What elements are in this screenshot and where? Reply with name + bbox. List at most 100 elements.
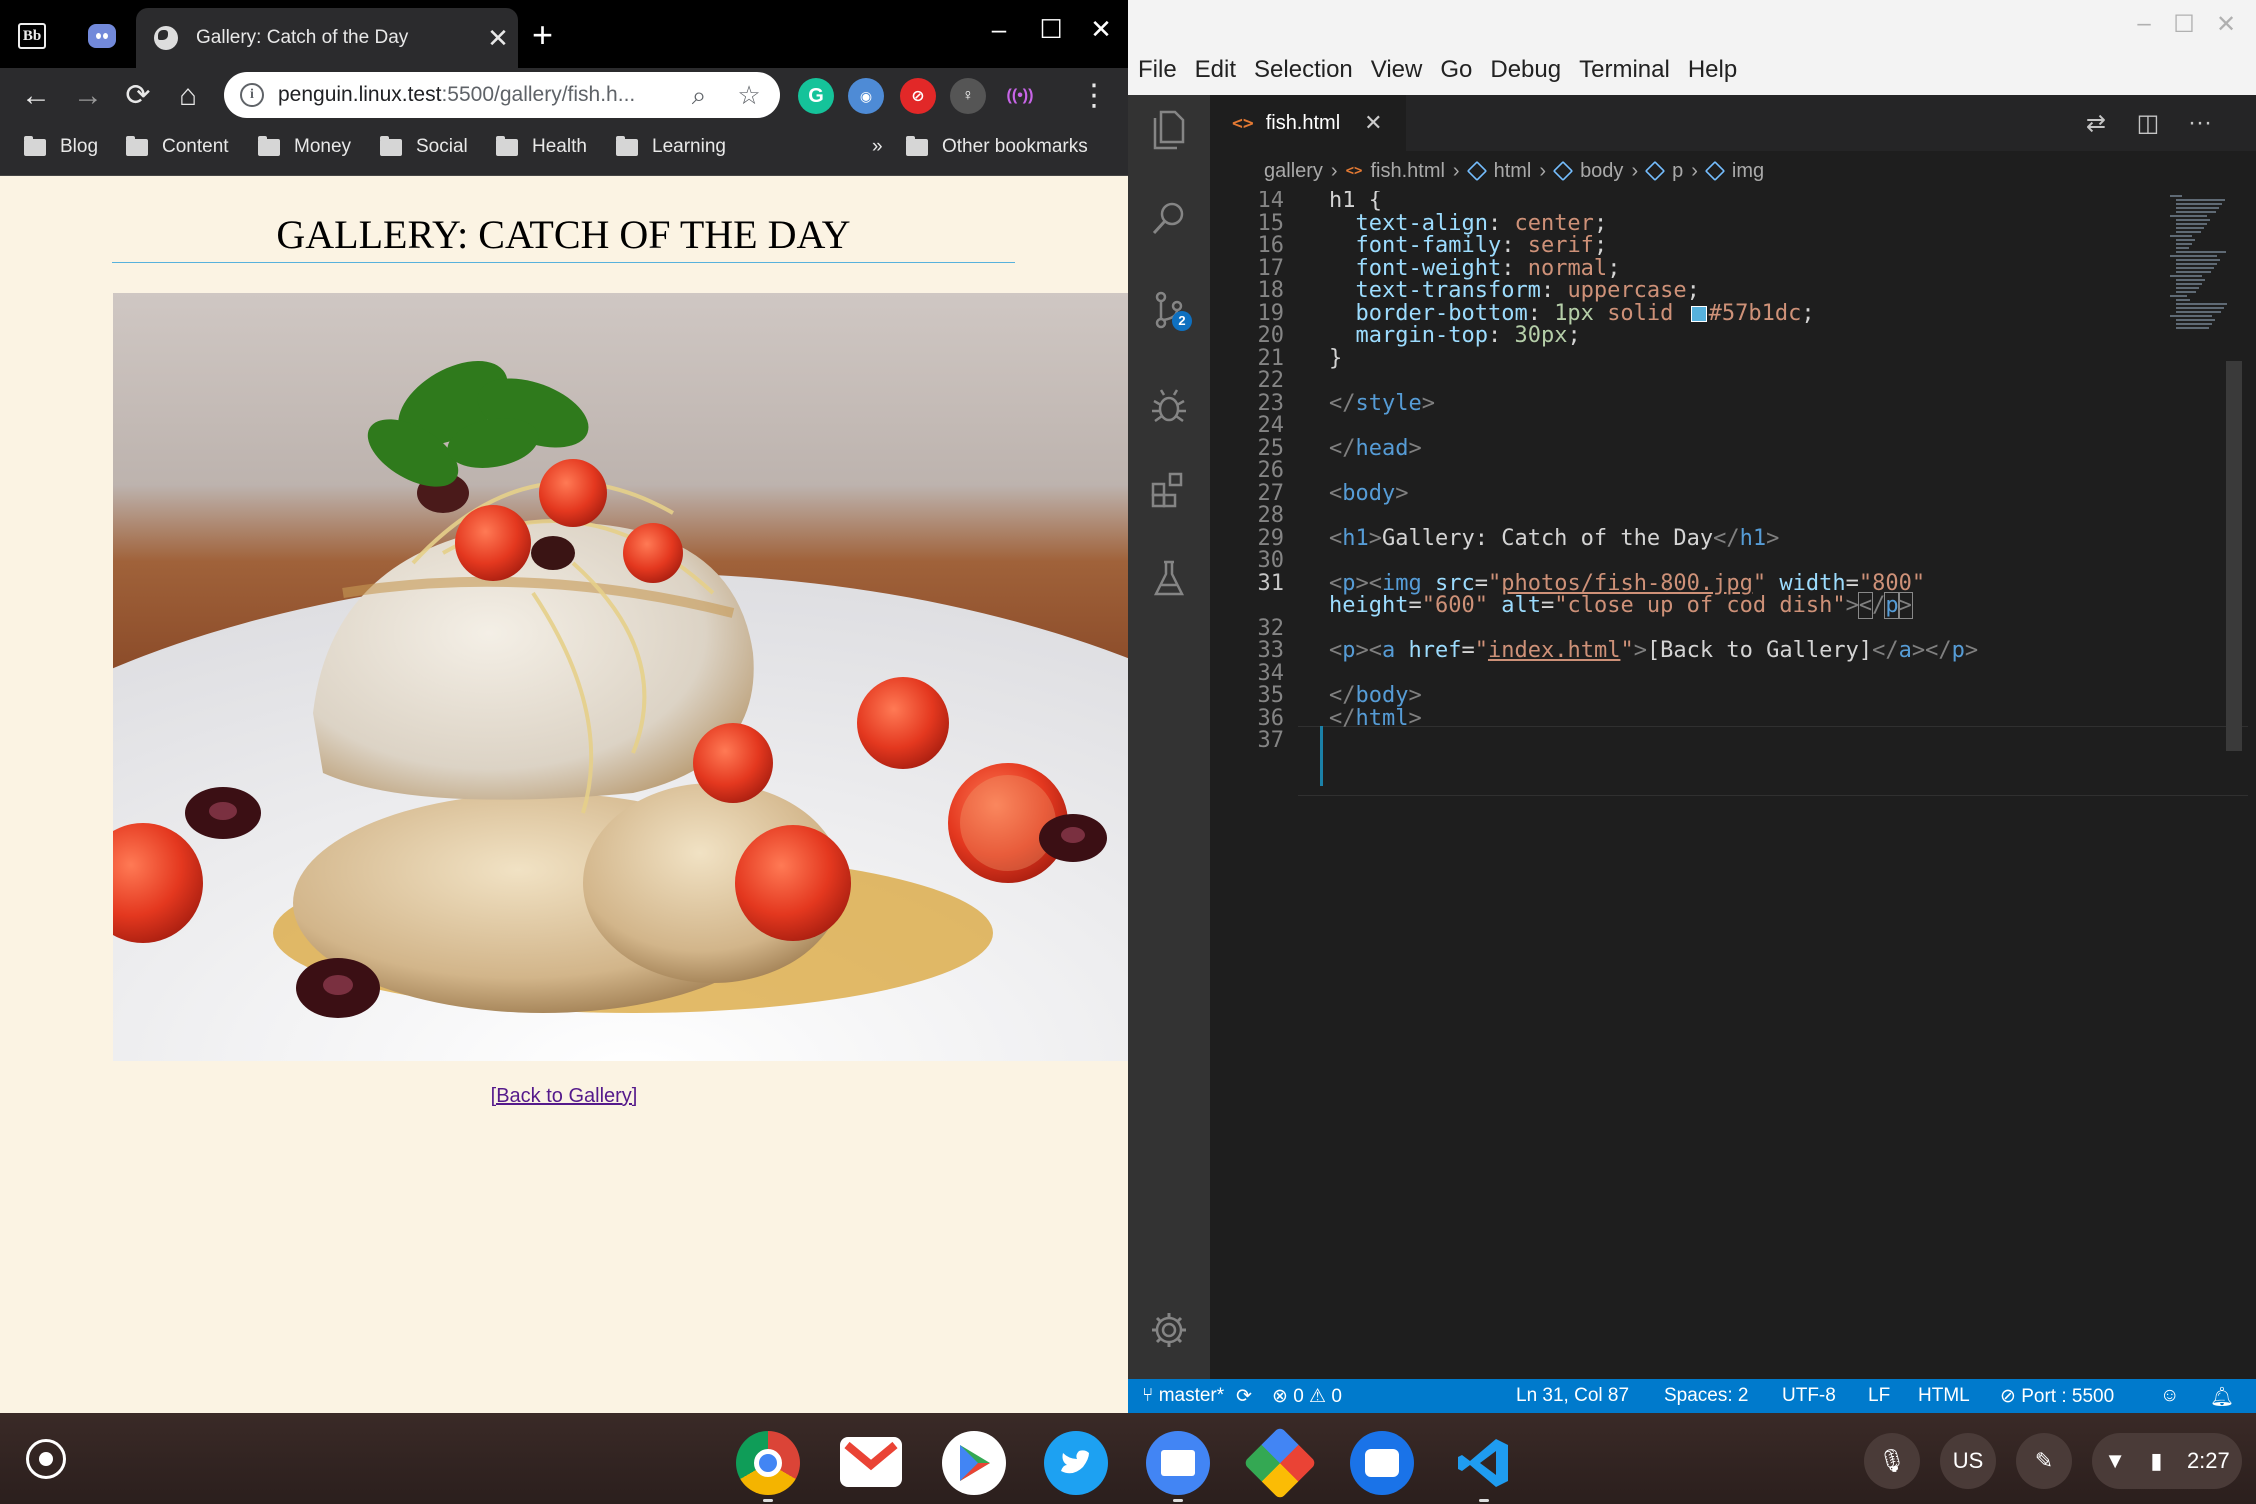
- encoding[interactable]: UTF-8: [1782, 1385, 1836, 1407]
- debug-icon[interactable]: [1128, 371, 1210, 441]
- menu-go[interactable]: Go: [1440, 56, 1472, 84]
- minimap-line: [2170, 235, 2192, 237]
- sync-icon[interactable]: ⟳: [1236, 1385, 1252, 1408]
- photos-app-icon[interactable]: [1243, 1426, 1317, 1500]
- bookmark-learning[interactable]: Learning: [616, 135, 726, 158]
- bookmark-other[interactable]: Other bookmarks: [906, 135, 1088, 158]
- vscode-app-icon[interactable]: [1452, 1431, 1516, 1495]
- indentation[interactable]: Spaces: 2: [1664, 1385, 1749, 1407]
- bookmark-social[interactable]: Social: [380, 135, 468, 158]
- minimap-line: [2176, 211, 2216, 213]
- bookmark-star-icon[interactable]: ☆: [732, 78, 766, 112]
- minimap-line: [2176, 219, 2210, 221]
- home-button[interactable]: ⌂: [168, 76, 208, 116]
- chrome-menu-icon[interactable]: ⋮: [1074, 76, 1114, 116]
- end-of-line[interactable]: LF: [1868, 1385, 1890, 1407]
- bookmarks-overflow-button[interactable]: »: [872, 136, 883, 158]
- breadcrumb-html[interactable]: html: [1494, 160, 1532, 183]
- problems-indicator[interactable]: ⊗ 0 ⚠ 0: [1272, 1385, 1342, 1408]
- reload-button[interactable]: ⟳: [118, 76, 158, 116]
- adblock-extension-icon[interactable]: ⊘: [900, 78, 936, 114]
- menu-terminal[interactable]: Terminal: [1579, 56, 1670, 84]
- maximize-button[interactable]: ☐: [1026, 14, 1076, 45]
- minimap-line: [2176, 263, 2217, 265]
- play-store-app-icon[interactable]: [942, 1431, 1006, 1495]
- more-actions-icon[interactable]: ···: [2182, 109, 2218, 137]
- code-line[interactable]: 37: [1210, 725, 2256, 757]
- bookmark-health[interactable]: Health: [496, 135, 587, 158]
- new-tab-button[interactable]: +: [532, 14, 553, 56]
- system-tray[interactable]: ▼ ▮ 2:27: [2092, 1433, 2242, 1489]
- bookmark-blog[interactable]: Blog: [24, 135, 98, 158]
- menu-edit[interactable]: Edit: [1195, 56, 1236, 84]
- lightbulb-extension-icon[interactable]: ♀: [950, 78, 986, 114]
- vscode-close-button[interactable]: ✕: [2206, 10, 2246, 39]
- extensions-icon[interactable]: [1128, 455, 1210, 525]
- menu-selection[interactable]: Selection: [1254, 56, 1353, 84]
- html-file-icon: <>: [1345, 163, 1363, 179]
- folder-icon: [24, 135, 46, 156]
- cursor-position[interactable]: Ln 31, Col 87: [1516, 1385, 1629, 1407]
- broadcast-extension-icon[interactable]: ((•)): [1002, 78, 1038, 114]
- close-window-button[interactable]: ✕: [1076, 14, 1126, 45]
- ime-indicator[interactable]: US: [1940, 1433, 1996, 1489]
- breadcrumb-body[interactable]: body: [1580, 160, 1623, 183]
- minimap-line: [2176, 319, 2215, 321]
- messages-app-icon[interactable]: [1350, 1431, 1414, 1495]
- minimap-line: [2170, 295, 2187, 297]
- files-app-icon[interactable]: [1146, 1431, 1210, 1495]
- info-icon[interactable]: i: [240, 83, 264, 107]
- source-control-icon[interactable]: 2: [1128, 275, 1210, 345]
- back-to-gallery-link[interactable]: [Back to Gallery]: [0, 1085, 1128, 1108]
- tab-gallery[interactable]: Gallery: Catch of the Day ✕: [136, 8, 518, 68]
- zoom-icon[interactable]: ⌕: [682, 78, 716, 112]
- running-indicator: [1173, 1499, 1183, 1502]
- live-server-port[interactable]: ⊘ Port : 5500: [2000, 1385, 2114, 1408]
- bookmark-content[interactable]: Content: [126, 135, 229, 158]
- search-icon[interactable]: [1128, 183, 1210, 253]
- settings-gear-icon[interactable]: [1128, 1295, 1210, 1365]
- menu-file[interactable]: File: [1138, 56, 1177, 84]
- minimap-line: [2170, 255, 2217, 257]
- breadcrumb-gallery[interactable]: gallery: [1264, 160, 1323, 183]
- grammarly-extension-icon[interactable]: G: [798, 78, 834, 114]
- breadcrumb-file[interactable]: fish.html: [1370, 160, 1444, 183]
- open-changes-icon[interactable]: ⇄: [2078, 109, 2114, 138]
- editor-scrollbar[interactable]: [2226, 361, 2242, 751]
- globe-extension-icon[interactable]: ◉: [848, 78, 884, 114]
- twitter-app-icon[interactable]: [1044, 1431, 1108, 1495]
- menu-debug[interactable]: Debug: [1490, 56, 1561, 84]
- folder-icon: [258, 135, 280, 156]
- testing-flask-icon[interactable]: [1128, 543, 1210, 613]
- stylus-icon[interactable]: ✎: [2016, 1433, 2072, 1489]
- explorer-icon[interactable]: [1128, 95, 1210, 165]
- notifications-bell-icon[interactable]: 🔔︎: [2210, 1385, 2234, 1409]
- menu-view[interactable]: View: [1371, 56, 1423, 84]
- pinned-tab-discord[interactable]: [76, 10, 128, 62]
- code-editor[interactable]: 14 h1 {15 text-align: center; 16 font-fami…: [1210, 191, 2256, 1379]
- bookmark-money[interactable]: Money: [258, 135, 351, 158]
- breadcrumb-img[interactable]: img: [1732, 160, 1764, 183]
- menu-help[interactable]: Help: [1688, 56, 1737, 84]
- microphone-icon[interactable]: 🎙︎: [1864, 1433, 1920, 1489]
- minimize-button[interactable]: –: [974, 14, 1024, 45]
- chrome-app-icon[interactable]: [736, 1431, 800, 1495]
- split-editor-icon[interactable]: ◫: [2130, 109, 2166, 138]
- pinned-tab-blackboard[interactable]: Bb: [6, 10, 58, 62]
- back-button[interactable]: ←: [16, 76, 56, 116]
- address-bar[interactable]: i penguin.linux.test:5500/gallery/fish.h…: [224, 72, 780, 118]
- vscode-minimize-button[interactable]: –: [2124, 10, 2164, 38]
- gmail-app-icon[interactable]: [840, 1437, 902, 1487]
- language-mode[interactable]: HTML: [1918, 1385, 1970, 1407]
- feedback-icon[interactable]: ☺: [2160, 1385, 2179, 1407]
- git-branch[interactable]: ⑂ master*: [1142, 1385, 1224, 1407]
- launcher-button[interactable]: [26, 1439, 66, 1479]
- activity-bar: 2: [1128, 95, 1210, 1379]
- minimap[interactable]: [2170, 191, 2250, 331]
- close-tab-icon[interactable]: ✕: [478, 23, 518, 54]
- vscode-maximize-button[interactable]: ☐: [2164, 10, 2204, 39]
- close-tab-icon[interactable]: ✕: [1364, 110, 1382, 136]
- forward-button[interactable]: →: [68, 76, 108, 116]
- breadcrumb-p[interactable]: p: [1672, 160, 1683, 183]
- tab-fish-html[interactable]: <> fish.html ✕: [1210, 95, 1406, 151]
